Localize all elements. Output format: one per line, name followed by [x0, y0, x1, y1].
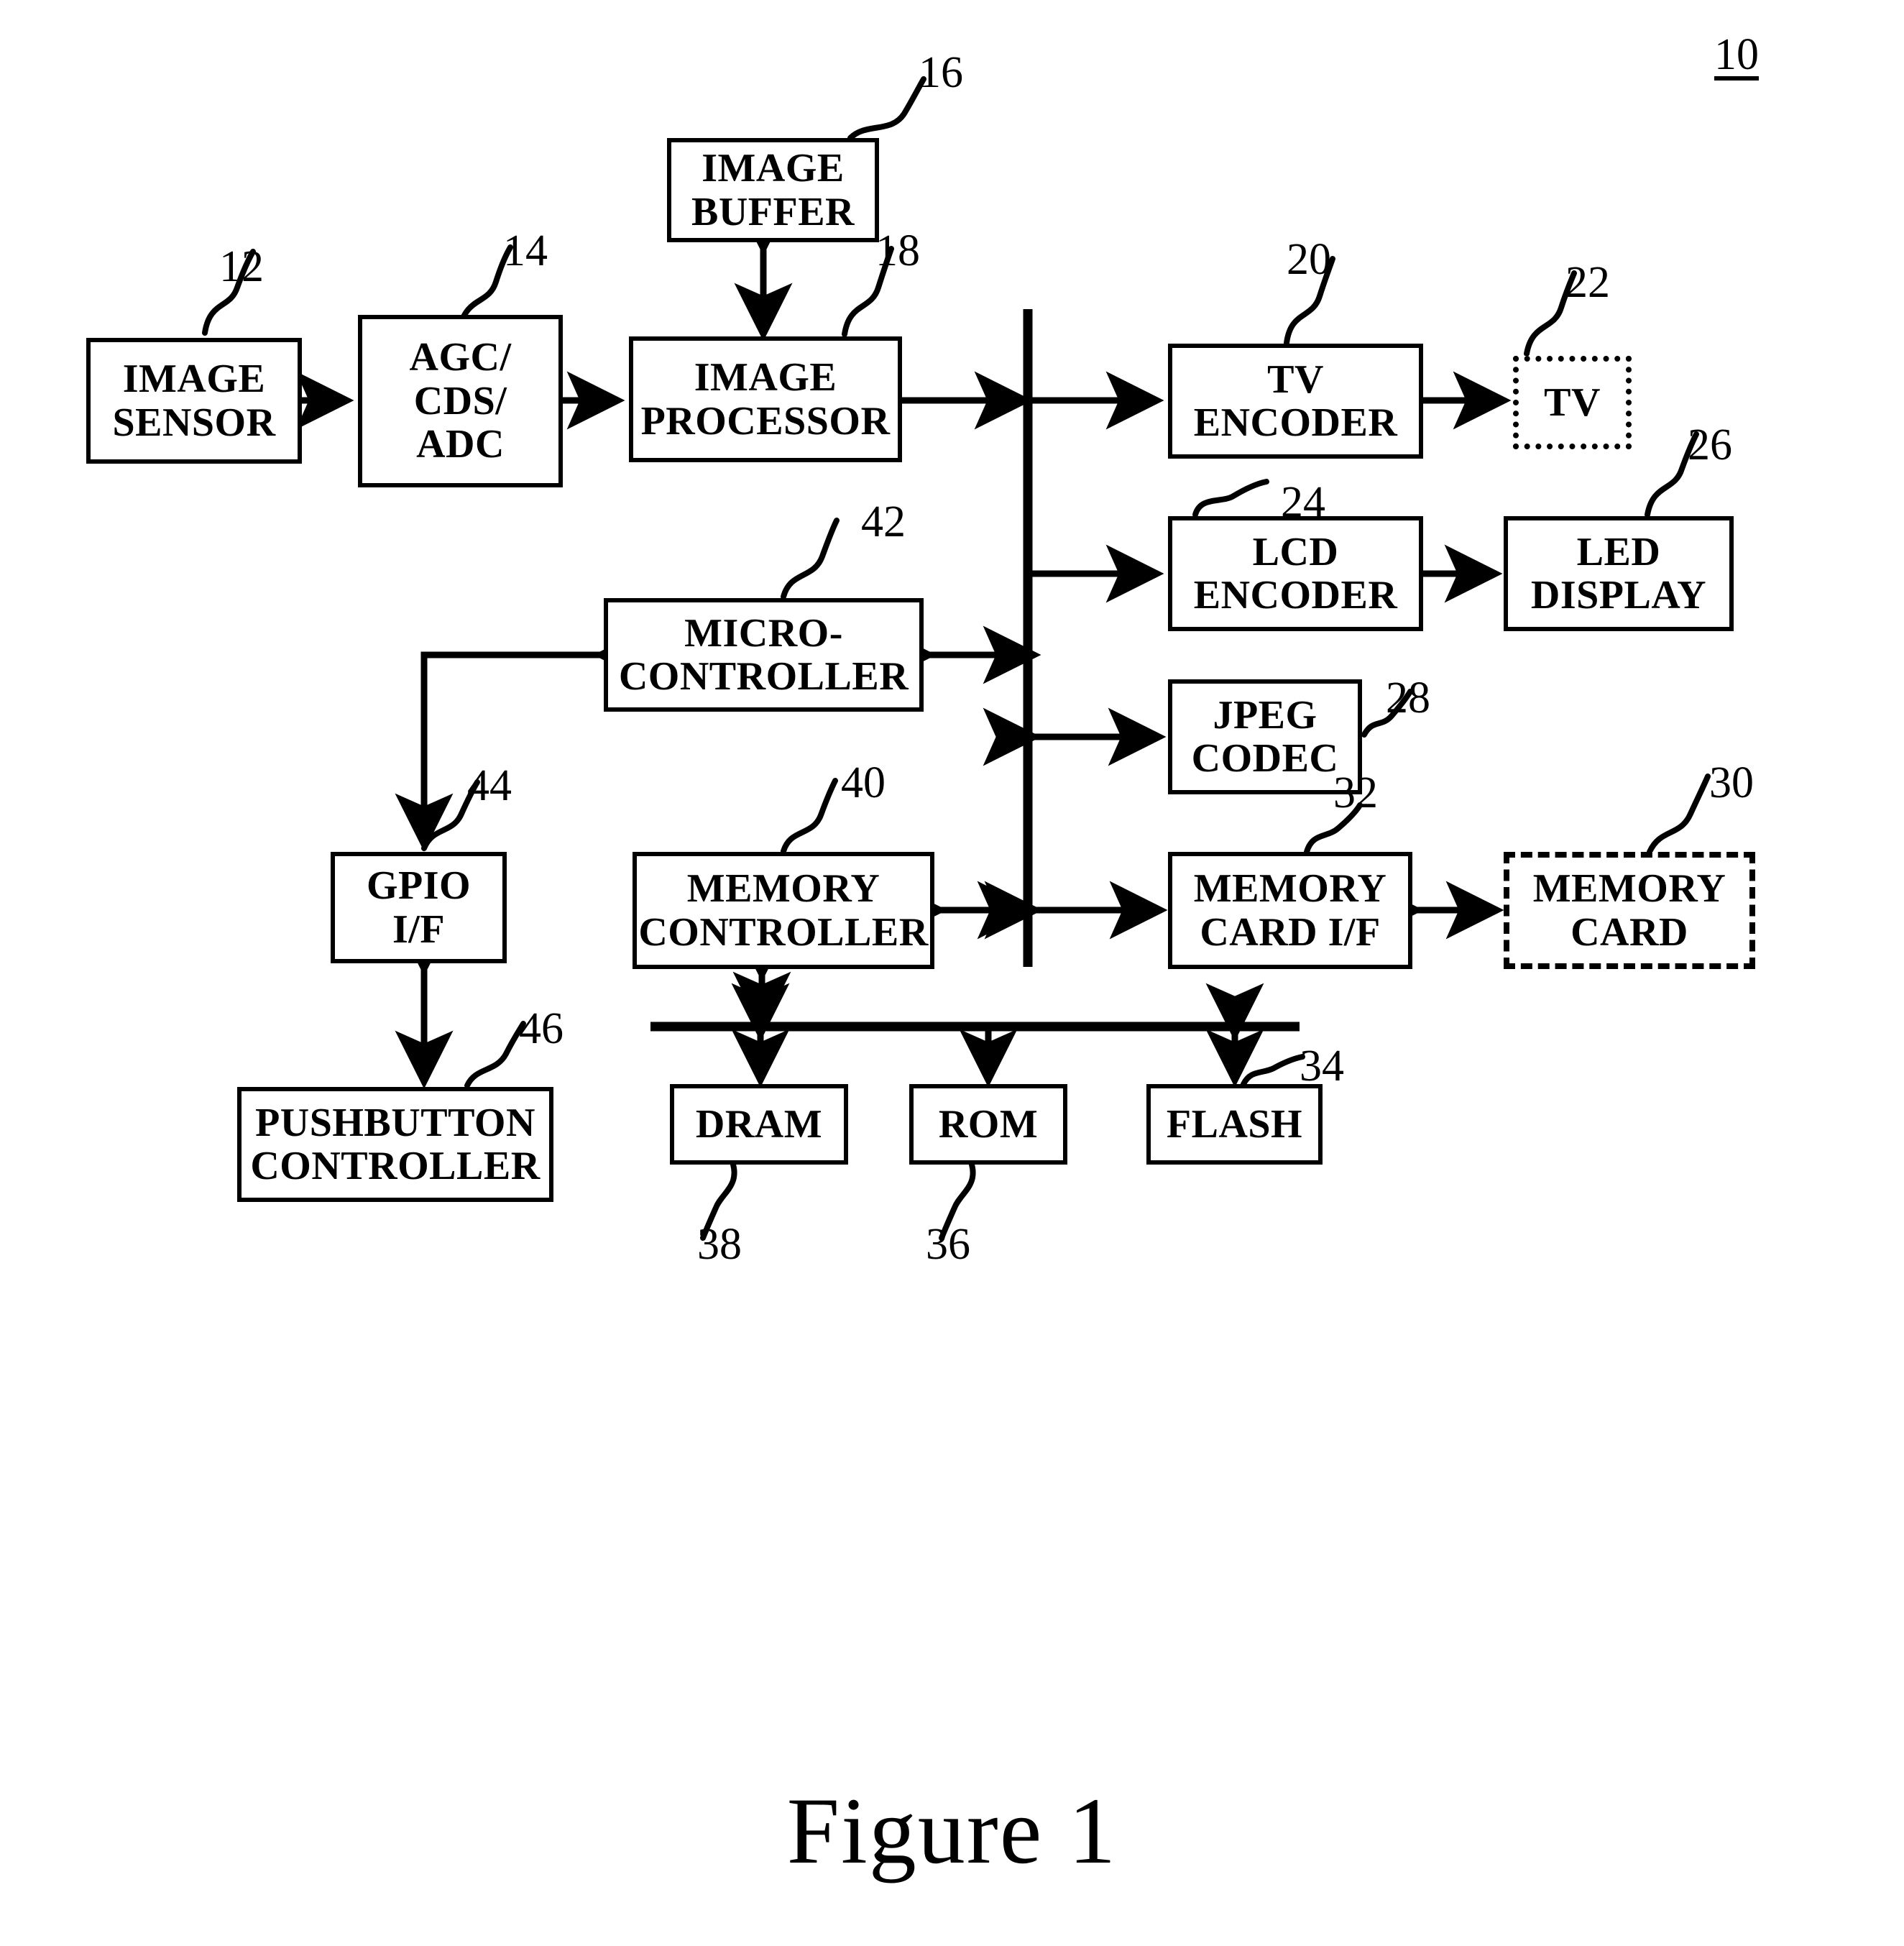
block-label-line: CODEC [1191, 736, 1339, 781]
block-label-line: MEMORY [686, 866, 880, 912]
block-label-line: PUSHBUTTON [255, 1100, 535, 1145]
block-flash: FLASH [1146, 1084, 1323, 1165]
block-agc-cds-adc: AGC/CDS/ADC [358, 315, 563, 487]
reference-numeral-40: 40 [841, 758, 886, 807]
connection-lines [202, 76, 1711, 1241]
reference-numeral-42: 42 [861, 497, 906, 546]
block-label-line: SENSOR [112, 400, 276, 445]
block-lcd-encoder: LCD ENCODER [1168, 516, 1423, 631]
leader-24 [1192, 479, 1269, 518]
block-pushbutton-controller: PUSHBUTTON CONTROLLER [237, 1087, 553, 1202]
block-label-line: CARD [1570, 909, 1688, 955]
block-label-line: CDS/ [413, 378, 507, 423]
block-label-line: CONTROLLER [250, 1144, 541, 1188]
block-label-line: DRAM [695, 1101, 823, 1147]
reference-numeral-30: 30 [1709, 758, 1754, 807]
block-tv: TV [1513, 356, 1632, 449]
block-rom: ROM [909, 1084, 1067, 1165]
reference-numeral-18: 18 [875, 226, 920, 275]
block-label-line: I/F [392, 907, 446, 952]
block-label-line: LED [1576, 529, 1661, 574]
block-label-line: CONTROLLER [618, 654, 909, 699]
block-image-sensor: IMAGE SENSOR [86, 338, 302, 464]
reference-numeral-32: 32 [1333, 768, 1378, 817]
reference-numeral-26: 26 [1688, 421, 1732, 469]
block-memory-card-if: MEMORY CARD I/F [1168, 852, 1412, 969]
block-dram: DRAM [670, 1084, 848, 1165]
block-label-line: ADC [416, 422, 505, 467]
reference-numeral-22: 22 [1565, 258, 1610, 307]
block-micro-controller: MICRO- CONTROLLER [604, 598, 924, 712]
block-label-line: TV [1544, 380, 1601, 425]
reference-numeral-14: 14 [503, 226, 548, 275]
block-label-line: IMAGE [122, 357, 266, 402]
leader-42 [781, 518, 840, 600]
block-label-line: LCD [1252, 529, 1339, 574]
block-label-line: IMAGE [694, 355, 837, 400]
block-label-line: FLASH [1166, 1101, 1303, 1147]
figure-caption: Figure 1 [786, 1778, 1118, 1883]
block-label-line: MICRO- [684, 610, 843, 656]
block-label-line: GPIO [366, 863, 472, 909]
block-label-line: CARD I/F [1200, 909, 1381, 955]
block-image-buffer: IMAGE BUFFER [667, 138, 879, 242]
reference-numeral-38: 38 [697, 1220, 742, 1269]
block-label-line: MEMORY [1532, 866, 1726, 912]
block-label-line: PROCESSOR [640, 398, 891, 444]
figure-canvas: IMAGE SENSOR AGC/CDS/ADC IMAGE BUFFER IMAGE PR… [0, 0, 1904, 1946]
block-label-line: BUFFER [691, 189, 855, 234]
block-label-line: DISPLAY [1530, 573, 1707, 618]
block-label-line: TV [1267, 357, 1324, 402]
block-memory-controller: MEMORY CONTROLLER [633, 852, 934, 969]
reference-numeral-44: 44 [467, 761, 512, 810]
reference-numeral-24: 24 [1281, 478, 1325, 527]
leader-16 [847, 76, 926, 141]
block-label-line: IMAGE [702, 146, 845, 191]
block-label-line: JPEG [1213, 692, 1317, 738]
reference-numeral-46: 46 [519, 1004, 564, 1053]
reference-numeral-28: 28 [1386, 674, 1430, 722]
wire-micro-to-gpio [395, 625, 652, 852]
block-led-display: LED DISPLAY [1504, 516, 1734, 631]
reference-numeral-20: 20 [1287, 235, 1331, 284]
reference-numeral-36: 36 [926, 1220, 970, 1269]
block-memory-card: MEMORY CARD [1504, 852, 1755, 969]
block-label-line: ROM [938, 1101, 1039, 1147]
block-tv-encoder: TV ENCODER [1168, 344, 1423, 459]
block-label-line: ENCODER [1193, 573, 1398, 618]
block-image-processor: IMAGE PROCESSOR [629, 336, 902, 462]
reference-numeral-10: 10 [1714, 30, 1759, 79]
leader-46 [464, 1021, 526, 1088]
leader-40 [781, 778, 838, 854]
block-label-line: CONTROLLER [638, 909, 929, 955]
block-label-line: AGC/ [409, 335, 512, 380]
block-label-line: MEMORY [1193, 866, 1387, 912]
reference-numeral-34: 34 [1300, 1042, 1344, 1091]
leader-lines [202, 76, 1711, 1241]
block-gpio-if: GPIO I/F [331, 852, 507, 963]
reference-numeral-12: 12 [219, 242, 264, 291]
leader-30 [1647, 774, 1711, 855]
block-label-line: ENCODER [1193, 400, 1398, 445]
leader-34 [1241, 1054, 1305, 1087]
reference-numeral-16: 16 [919, 48, 963, 97]
